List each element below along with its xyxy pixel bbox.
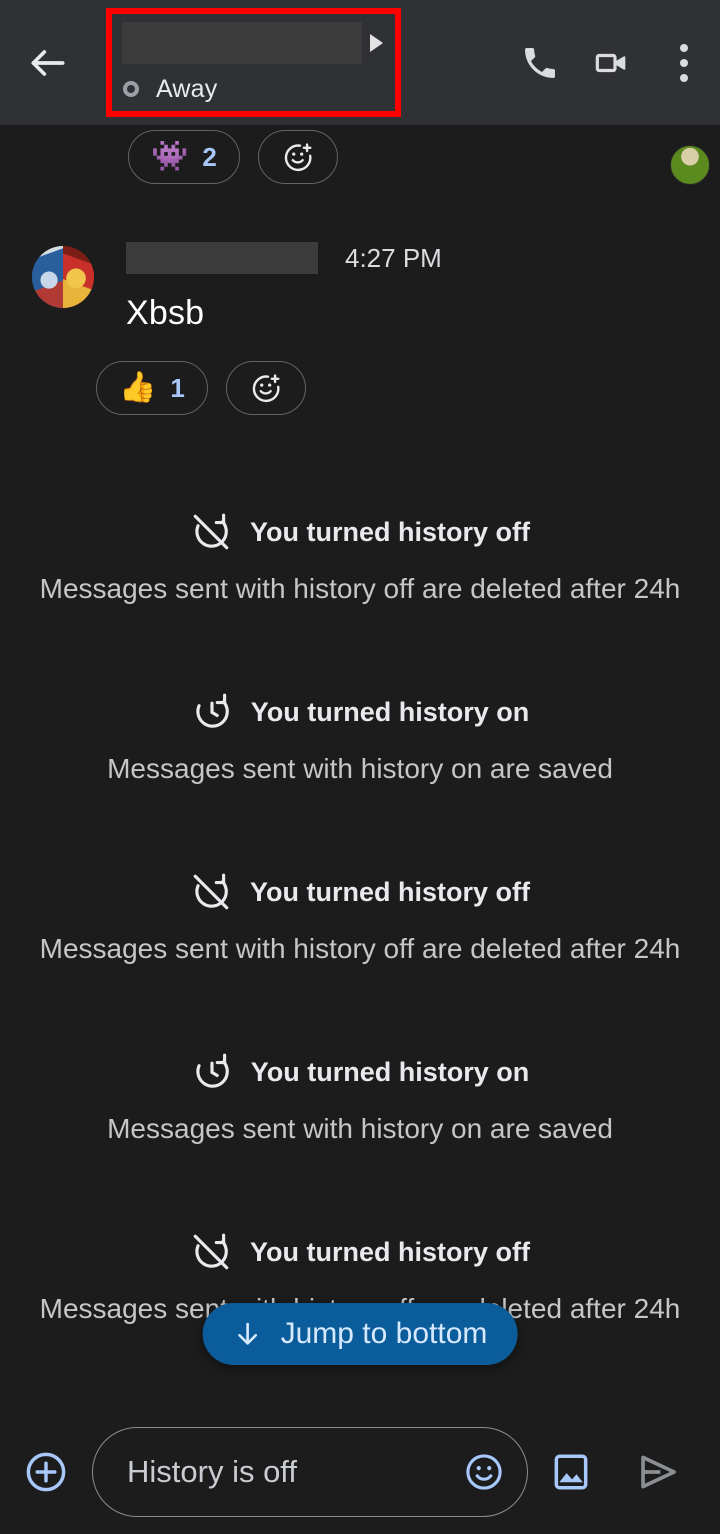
history-event-header: You turned history on [0, 1051, 720, 1093]
send-button[interactable] [614, 1449, 702, 1495]
add-attachment-button[interactable] [0, 1449, 92, 1495]
gallery-button[interactable] [528, 1450, 614, 1494]
message-timestamp: 4:27 PM [345, 242, 442, 273]
history-off-icon [193, 1233, 229, 1270]
history-event-title: You turned history on [250, 696, 530, 727]
message-text[interactable]: Xbsb [126, 294, 442, 333]
app-bar-actions [504, 0, 720, 125]
history-event-title: You turned history on [250, 1056, 530, 1087]
call-button[interactable] [504, 0, 576, 125]
add-reaction-button[interactable] [225, 361, 306, 415]
message-composer: History is off [0, 1409, 720, 1534]
history-event-subtitle: Messages sent with history off are delet… [39, 933, 681, 964]
history-event: You turned history off Messages sent wit… [0, 871, 720, 965]
emoji-picker-button[interactable] [463, 1451, 505, 1493]
presence-status-label: Away [156, 74, 218, 103]
reaction-count: 2 [202, 141, 217, 172]
reaction-count: 1 [170, 372, 185, 403]
sender-avatar[interactable] [32, 246, 94, 308]
reaction-chip-row: 👾 2 [0, 130, 720, 184]
history-event-title: You turned history off [250, 516, 530, 547]
message-list[interactable]: 👾 2 4:27 PM Xbsb 👍 1 You turned history … [0, 125, 720, 1409]
history-on-icon [196, 693, 229, 728]
three-dot-overflow-icon [680, 43, 688, 82]
message-input[interactable]: History is off [92, 1426, 528, 1517]
conversation-title-redacted [122, 21, 362, 64]
presence-status: Away [123, 75, 504, 104]
send-icon [641, 1455, 676, 1488]
away-status-ring-icon [123, 81, 139, 97]
message-input-placeholder: History is off [127, 1453, 297, 1489]
history-event-header: You turned history off [0, 511, 720, 553]
video-camera-icon [595, 53, 626, 72]
overflow-menu-button[interactable] [648, 0, 720, 125]
sender-name-redacted [126, 242, 318, 274]
history-event-title: You turned history off [250, 1236, 530, 1267]
message-row[interactable]: 4:27 PM Xbsb [0, 242, 720, 333]
jump-to-bottom-button[interactable]: Jump to bottom [202, 1303, 518, 1365]
message-reaction-chip-row: 👍 1 [0, 361, 720, 415]
history-event-subtitle: Messages sent with history off are delet… [39, 573, 681, 604]
read-receipt-avatar [670, 145, 710, 185]
history-event: You turned history on Messages sent with… [0, 1051, 720, 1145]
back-button[interactable] [0, 0, 96, 125]
history-off-icon [193, 873, 229, 910]
history-event-header: You turned history on [0, 691, 720, 733]
reaction-chip[interactable]: 👍 1 [96, 361, 208, 415]
history-event-subtitle: Messages sent with history on are saved [107, 753, 613, 784]
conversation-title-region[interactable]: Away [96, 0, 504, 125]
top-app-bar: Away [0, 0, 720, 125]
history-on-icon [196, 1053, 229, 1088]
add-reaction-icon [252, 374, 280, 403]
add-reaction-icon [284, 143, 312, 172]
arrow-down-icon [238, 1322, 258, 1345]
video-call-button[interactable] [576, 0, 648, 125]
add-reaction-button[interactable] [257, 130, 338, 184]
reaction-chip[interactable]: 👾 2 [128, 130, 240, 184]
history-event-subtitle: Messages sent with history on are saved [107, 1113, 613, 1144]
alien-monster-reaction-icon: 👾 [151, 140, 189, 173]
image-icon [554, 1453, 588, 1490]
history-event-header: You turned history off [0, 1231, 720, 1273]
phone-icon [525, 47, 555, 78]
history-event: You turned history off Messages sent wit… [0, 511, 720, 605]
title-row[interactable] [114, 21, 504, 64]
back-arrow-icon [31, 49, 65, 76]
thumbs-up-reaction-icon: 👍 [119, 371, 157, 404]
jump-to-bottom-label: Jump to bottom [280, 1317, 488, 1350]
history-event-header: You turned history off [0, 871, 720, 913]
message-header: 4:27 PM [126, 242, 442, 274]
caret-right-icon[interactable] [370, 33, 383, 52]
emoji-smiley-icon [466, 1453, 502, 1490]
history-event: You turned history on Messages sent with… [0, 691, 720, 785]
history-off-icon [193, 513, 229, 550]
message-body: 4:27 PM Xbsb [126, 242, 442, 333]
chat-screen: Away 👾 2 4:27 PM Xbsb 👍 1 You turned his… [0, 0, 720, 1534]
plus-circle-icon [26, 1452, 66, 1491]
history-event-title: You turned history off [250, 876, 530, 907]
